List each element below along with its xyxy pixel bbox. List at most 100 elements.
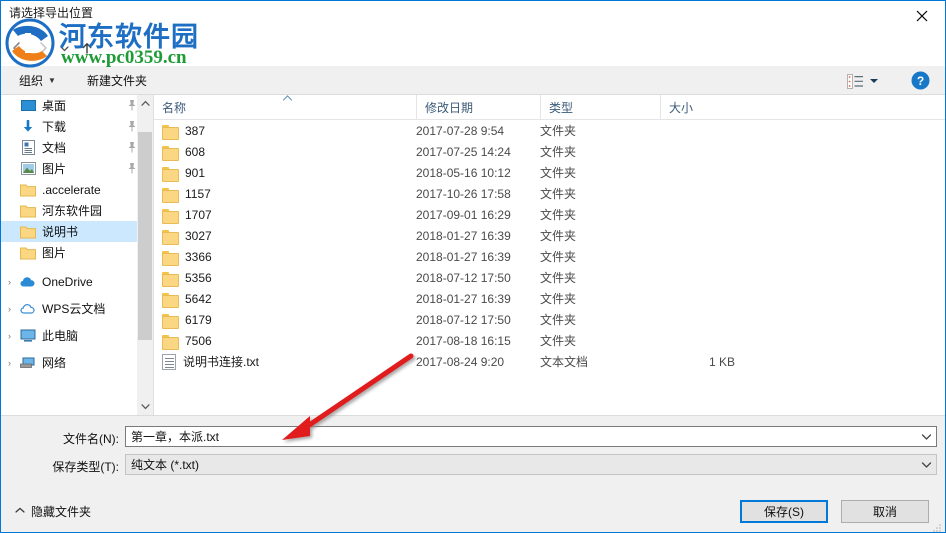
cancel-button-label: 取消 (872, 505, 897, 519)
file-type-cell: 文件夹 (540, 187, 577, 201)
arrow-right-icon (40, 42, 47, 54)
help-button[interactable]: ? (911, 71, 930, 90)
sidebar-scrollbar[interactable] (137, 95, 153, 415)
file-name-cell[interactable]: 387 (154, 124, 416, 140)
table-row[interactable]: 1157 2017-10-26 17:58 文件夹 (154, 183, 945, 204)
file-name-cell[interactable]: 1157 (154, 186, 416, 203)
file-name-cell[interactable]: 3027 (154, 229, 416, 245)
table-row[interactable]: 7506 2017-08-18 16:15 文件夹 (154, 330, 945, 351)
file-date-cell: 2017-08-24 9:20 (416, 354, 505, 369)
filetype-value[interactable]: 纯文本 (*.txt) (126, 456, 916, 473)
file-name-cell[interactable]: 1707 (154, 208, 416, 224)
column-header-name[interactable]: 名称 (154, 95, 416, 120)
table-row[interactable]: 901 2018-05-16 10:12 文件夹 (154, 162, 945, 183)
file-name-cell[interactable]: 6179 (154, 312, 416, 329)
scroll-up-button[interactable] (137, 95, 153, 112)
file-name-cell[interactable]: 608 (154, 145, 416, 161)
sidebar-item-network[interactable]: › 网络 (1, 352, 153, 373)
file-name-label: 6179 (185, 312, 212, 327)
sidebar-item-this-pc[interactable]: › 此电脑 (1, 325, 153, 346)
folder-icon (162, 166, 179, 182)
save-form: 文件名(N): 第一章，本派.txt 保存类型(T): 纯文本 (*.txt) (1, 415, 945, 491)
help-icon: ? (911, 71, 930, 90)
sidebar-item-pictures-folder[interactable]: 图片 (1, 242, 153, 263)
chevron-down-icon: ▼ (48, 76, 56, 85)
chevron-down-icon[interactable] (916, 433, 936, 441)
filename-field[interactable]: 第一章，本派.txt (125, 426, 937, 447)
sidebar-item-wps-cloud[interactable]: › WPS云文档 (1, 298, 153, 319)
column-header-type[interactable]: 类型 (540, 95, 660, 120)
table-row[interactable]: 608 2017-07-25 14:24 文件夹 (154, 141, 945, 162)
chevron-down-icon[interactable] (916, 461, 936, 469)
table-row[interactable]: 3027 2018-01-27 16:39 文件夹 (154, 225, 945, 246)
scroll-down-button[interactable] (137, 398, 153, 415)
expand-chevron-icon[interactable]: › (1, 304, 18, 314)
folder-glyph (20, 247, 36, 259)
sidebar-item-onedrive[interactable]: › OneDrive (1, 271, 153, 292)
column-header-size[interactable]: 大小 (660, 95, 745, 120)
table-row[interactable]: 3366 2018-01-27 16:39 文件夹 (154, 246, 945, 267)
organize-label: 组织 (19, 74, 44, 88)
sidebar-item-accelerate[interactable]: .accelerate (1, 179, 153, 200)
pin-icon[interactable] (127, 141, 137, 156)
up-button[interactable] (75, 36, 99, 60)
recent-locations-button[interactable] (55, 36, 73, 60)
column-header-type-label: 类型 (549, 101, 574, 115)
pictures-icon (18, 162, 38, 175)
sidebar-item-desktop[interactable]: 桌面 (1, 95, 153, 116)
forward-button[interactable] (31, 36, 55, 60)
file-type-cell: 文件夹 (540, 250, 577, 264)
sidebar-item-documents[interactable]: 文档 (1, 137, 153, 158)
save-button[interactable]: 保存(S) (740, 500, 828, 523)
file-type-cell: 文件夹 (540, 271, 577, 285)
chevron-down-icon (59, 45, 69, 51)
dialog-body: 桌面 下载 文档 图片 .accelerate 河东软件园 说明书 图片 › O… (1, 95, 945, 415)
expand-chevron-icon[interactable]: › (1, 358, 18, 368)
file-date-cell: 2018-07-12 17:50 (416, 312, 511, 327)
pin-icon[interactable] (127, 99, 137, 114)
sidebar-label-10: 此电脑 (42, 329, 79, 343)
filename-input[interactable]: 第一章，本派.txt (126, 428, 916, 445)
back-button[interactable] (5, 36, 29, 60)
scrollbar-thumb[interactable] (138, 132, 152, 340)
folder-glyph (20, 184, 36, 196)
expand-chevron-icon[interactable]: › (1, 277, 18, 287)
table-row[interactable]: 5642 2018-01-27 16:39 文件夹 (154, 288, 945, 309)
pin-icon[interactable] (127, 120, 137, 135)
close-button[interactable] (899, 1, 945, 31)
file-name-cell[interactable]: 3366 (154, 250, 416, 266)
filetype-dropdown[interactable]: 纯文本 (*.txt) (125, 454, 937, 475)
folder-icon (162, 229, 179, 245)
column-header-name-label: 名称 (162, 101, 187, 115)
file-name-cell[interactable]: 901 (154, 166, 416, 182)
sidebar-item-manual[interactable]: 说明书 (1, 221, 153, 242)
file-name-cell[interactable]: 7506 (154, 334, 416, 350)
resize-grip[interactable] (932, 520, 942, 532)
file-name-cell[interactable]: 5356 (154, 271, 416, 287)
documents-glyph (21, 140, 35, 155)
chevron-up-icon (15, 506, 25, 517)
sidebar-item-downloads[interactable]: 下载 (1, 116, 153, 137)
expand-chevron-icon[interactable]: › (1, 331, 18, 341)
file-name-cell[interactable]: 5642 (154, 291, 416, 308)
table-row[interactable]: 1707 2017-09-01 16:29 文件夹 (154, 204, 945, 225)
new-folder-button[interactable]: 新建文件夹 (79, 66, 155, 95)
sidebar-item-pictures[interactable]: 图片 (1, 158, 153, 179)
cancel-button[interactable]: 取消 (841, 500, 929, 523)
sidebar-label-6: 说明书 (42, 225, 79, 239)
table-row[interactable]: 5356 2018-07-12 17:50 文件夹 (154, 267, 945, 288)
table-row[interactable]: 387 2017-07-28 9:54 文件夹 (154, 120, 945, 141)
file-name-cell[interactable]: 说明书连接.txt (154, 353, 416, 370)
table-row[interactable]: 说明书连接.txt 2017-08-24 9:20 文本文档 1 KB (154, 351, 945, 372)
hide-folders-toggle[interactable]: 隐藏文件夹 (15, 503, 91, 520)
organize-button[interactable]: 组织 ▼ (11, 66, 64, 95)
sort-ascending-icon (282, 93, 293, 105)
file-name-label: 1157 (185, 186, 211, 201)
file-name-label: 5642 (185, 291, 212, 306)
column-header-date[interactable]: 修改日期 (416, 95, 540, 120)
sidebar-item-hedong[interactable]: 河东软件园 (1, 200, 153, 221)
table-row[interactable]: 6179 2018-07-12 17:50 文件夹 (154, 309, 945, 330)
file-type-cell: 文件夹 (540, 208, 577, 222)
pin-icon[interactable] (127, 162, 137, 177)
view-options-button[interactable] (847, 70, 891, 92)
